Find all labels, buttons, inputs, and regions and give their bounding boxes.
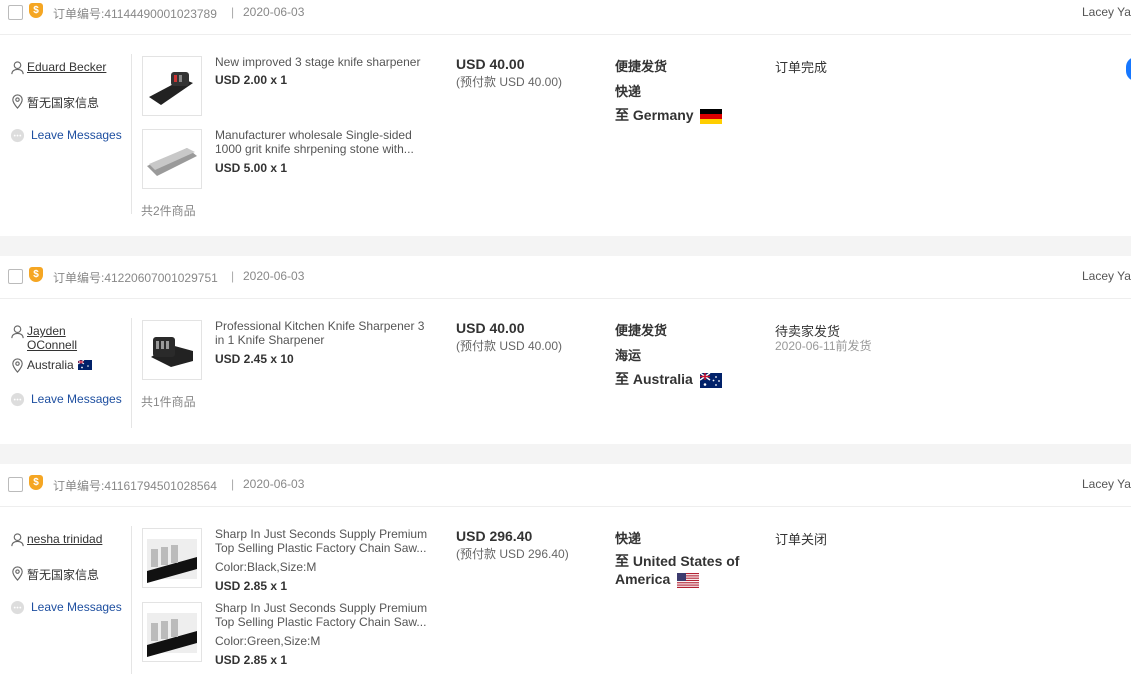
header-separator: | xyxy=(231,5,235,19)
item-count: 共2件商品 xyxy=(141,204,196,218)
customer-country: 暂无国家信息 xyxy=(27,96,100,110)
customer-country: 暂无国家信息 xyxy=(27,568,100,582)
customer-country: Australia xyxy=(27,358,74,372)
product-thumbnail[interactable] xyxy=(142,528,202,588)
product-price-qty: USD 2.00 x 1 xyxy=(215,73,288,87)
knife-sharpener-image xyxy=(151,337,193,367)
product-thumbnail[interactable] xyxy=(142,602,202,662)
order-total: USD 40.00 xyxy=(456,320,525,336)
shipping-method: 快递 xyxy=(615,84,642,99)
order-header: $ 订单编号:41161794501028564 | 2020-06-03 La… xyxy=(0,472,1131,507)
message-icon xyxy=(10,392,25,407)
product-name-link[interactable]: Sharp In Just Seconds Supply Premium Top… xyxy=(215,527,435,555)
usa-flag-icon xyxy=(677,572,700,588)
location-pin-icon xyxy=(12,94,23,109)
column-divider xyxy=(131,54,132,214)
leave-messages-link[interactable]: Leave Messages xyxy=(31,128,122,142)
order-checkbox[interactable] xyxy=(8,5,23,20)
seller-name: Lacey Ya xyxy=(1082,477,1131,491)
destination-text: 至 Germany xyxy=(615,107,694,123)
ship-deadline: 2020-06-11前发货 xyxy=(775,339,872,353)
message-icon xyxy=(10,600,25,615)
australia-flag-icon xyxy=(77,360,92,370)
order-card: $ 订单编号:41144490001023789 | 2020-06-03 La… xyxy=(0,0,1131,236)
customer-name-link[interactable]: nesha trinidad xyxy=(27,532,102,546)
seller-name: Lacey Ya xyxy=(1082,269,1131,283)
product-thumbnail[interactable] xyxy=(142,320,202,380)
prepay-amount: (预付款 USD 40.00) xyxy=(456,339,563,353)
prepay-amount: (预付款 USD 296.40) xyxy=(456,547,569,561)
product-price-qty: USD 2.85 x 1 xyxy=(215,653,288,667)
order-card: $ 订单编号:41220607001029751 | 2020-06-03 La… xyxy=(0,256,1131,444)
seller-name: Lacey Ya xyxy=(1082,5,1131,19)
product-name-link[interactable]: Sharp In Just Seconds Supply Premium Top… xyxy=(215,601,435,629)
destination: 至 Australia xyxy=(615,370,765,388)
action-button[interactable] xyxy=(1126,57,1131,81)
user-icon xyxy=(11,61,24,75)
item-count: 共1件商品 xyxy=(141,395,196,409)
order-separator xyxy=(0,236,1131,256)
order-checkbox[interactable] xyxy=(8,477,23,492)
customer-name-link[interactable]: Jayden OConnell xyxy=(27,324,87,352)
product-variant: Color:Black,Size:M xyxy=(215,560,317,574)
order-separator xyxy=(0,444,1131,464)
product-name-link[interactable]: Manufacturer wholesale Single-sided 1000… xyxy=(215,128,435,156)
product-price-qty: USD 2.85 x 1 xyxy=(215,579,288,593)
order-number: 订单编号:41220607001029751 xyxy=(53,271,218,285)
header-separator: | xyxy=(231,477,235,491)
order-date: 2020-06-03 xyxy=(243,5,305,19)
order-status: 订单完成 xyxy=(775,60,828,75)
order-header: $ 订单编号:41144490001023789 | 2020-06-03 La… xyxy=(0,0,1131,35)
product-price-qty: USD 2.45 x 10 xyxy=(215,352,294,366)
order-date: 2020-06-03 xyxy=(243,477,305,491)
order-date: 2020-06-03 xyxy=(243,269,305,283)
product-thumbnail[interactable] xyxy=(142,129,202,189)
leave-messages-link[interactable]: Leave Messages xyxy=(31,392,122,406)
shipping-type: 便捷发货 xyxy=(615,59,668,74)
order-number: 订单编号:41161794501028564 xyxy=(53,479,217,493)
user-icon xyxy=(11,325,24,339)
order-badge-icon: $ xyxy=(29,267,43,282)
australia-flag-icon xyxy=(699,372,722,388)
chain-saw-sharpener-image xyxy=(147,539,197,583)
location-pin-icon xyxy=(12,566,23,581)
destination: 至 Germany xyxy=(615,106,765,124)
sharpening-stone-image xyxy=(147,148,197,176)
order-total: USD 40.00 xyxy=(456,56,525,72)
header-separator: | xyxy=(231,269,235,283)
shipping-method: 海运 xyxy=(615,348,642,363)
destination-text: 至 Australia xyxy=(615,371,693,387)
leave-messages-link[interactable]: Leave Messages xyxy=(31,600,122,614)
order-badge-icon: $ xyxy=(29,475,43,490)
product-name-link[interactable]: Professional Kitchen Knife Sharpener 3 i… xyxy=(215,319,435,347)
location-pin-icon xyxy=(12,358,23,373)
chain-saw-sharpener-image xyxy=(147,613,197,657)
order-card: $ 订单编号:41161794501028564 | 2020-06-03 La… xyxy=(0,464,1131,674)
product-thumbnail[interactable] xyxy=(142,56,202,116)
order-status: 订单关闭 xyxy=(775,532,828,547)
order-badge-icon: $ xyxy=(29,3,43,18)
product-name-link[interactable]: New improved 3 stage knife sharpener xyxy=(215,55,435,69)
destination: 至 United States of America xyxy=(615,552,755,588)
column-divider xyxy=(131,318,132,428)
message-icon xyxy=(10,128,25,143)
order-checkbox[interactable] xyxy=(8,269,23,284)
order-total: USD 296.40 xyxy=(456,528,533,544)
knife-sharpener-image xyxy=(149,72,193,105)
user-icon xyxy=(11,533,24,547)
order-header: $ 订单编号:41220607001029751 | 2020-06-03 La… xyxy=(0,264,1131,299)
column-divider xyxy=(131,526,132,674)
product-variant: Color:Green,Size:M xyxy=(215,634,321,648)
order-number: 订单编号:41144490001023789 xyxy=(53,7,217,21)
shipping-method: 快递 xyxy=(615,531,642,546)
product-price-qty: USD 5.00 x 1 xyxy=(215,161,288,175)
germany-flag-icon xyxy=(700,108,723,124)
shipping-type: 便捷发货 xyxy=(615,323,668,338)
customer-name-link[interactable]: Eduard Becker xyxy=(27,60,106,74)
prepay-amount: (预付款 USD 40.00) xyxy=(456,75,563,89)
